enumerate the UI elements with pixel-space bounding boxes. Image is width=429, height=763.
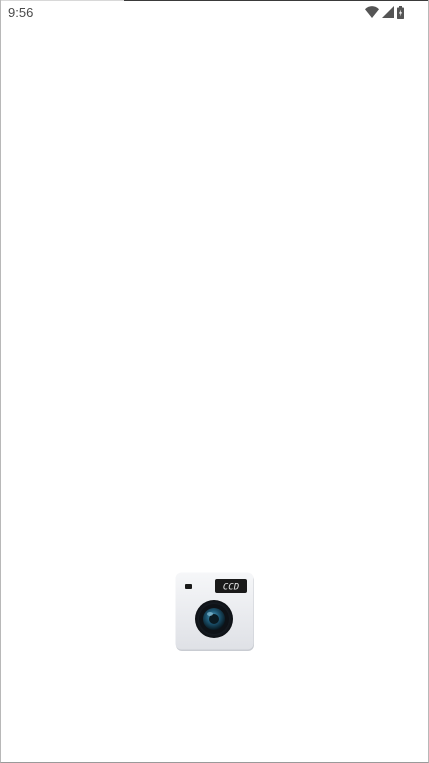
cellular-signal-icon — [382, 6, 394, 18]
status-time: 9:56 — [8, 5, 34, 20]
status-bar: 9:56 — [1, 0, 428, 24]
logo-display-text: CCD — [223, 583, 239, 593]
battery-charging-icon — [397, 5, 404, 19]
camera-app-icon: CCD — [175, 572, 255, 652]
app-screen: 9:56 CCD — [0, 0, 429, 763]
status-icons — [365, 5, 404, 19]
wifi-icon — [365, 6, 379, 18]
